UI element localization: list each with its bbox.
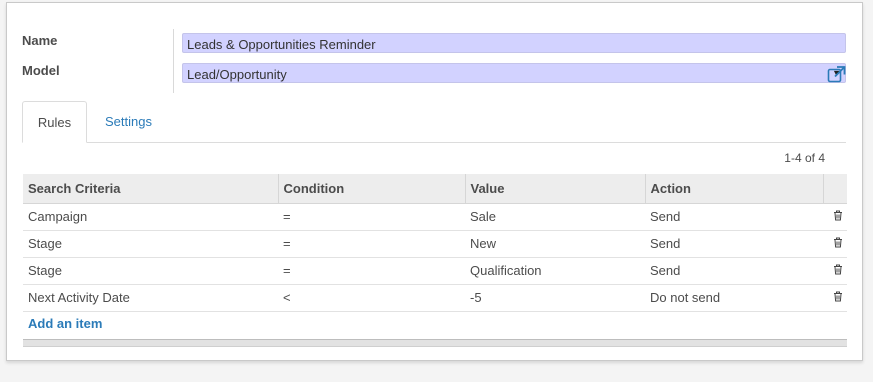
column-header-delete — [823, 174, 847, 204]
cell-condition: = — [278, 203, 465, 231]
cell-search-criteria: Campaign — [23, 203, 278, 231]
column-header-search-criteria[interactable]: Search Criteria — [23, 174, 279, 204]
cell-action: Do not send — [645, 284, 823, 312]
cell-search-criteria: Next Activity Date — [23, 284, 278, 312]
cell-action: Send — [645, 203, 823, 231]
cell-value: Qualification — [465, 257, 645, 285]
trash-icon[interactable] — [823, 203, 847, 231]
cell-condition: < — [278, 284, 465, 312]
external-link-icon[interactable] — [827, 65, 847, 83]
cell-search-criteria: Stage — [23, 257, 278, 285]
trash-icon[interactable] — [823, 284, 847, 312]
table-row[interactable]: Stage = Qualification Send — [23, 257, 847, 285]
cell-condition: = — [278, 230, 465, 258]
column-header-condition[interactable]: Condition — [278, 174, 466, 204]
cell-search-criteria: Stage — [23, 230, 278, 258]
table-row[interactable]: Next Activity Date < -5 Do not send — [23, 284, 847, 312]
table-footer-bar — [23, 339, 847, 347]
name-label: Name — [22, 33, 58, 48]
add-item-link[interactable]: Add an item — [28, 316, 102, 331]
model-select-value: Lead/Opportunity — [187, 67, 287, 82]
cell-condition: = — [278, 257, 465, 285]
trash-icon[interactable] — [823, 230, 847, 258]
cell-action: Send — [645, 230, 823, 258]
column-header-value[interactable]: Value — [465, 174, 646, 204]
label-divider — [173, 29, 174, 93]
model-label: Model — [22, 63, 60, 78]
pager-value[interactable]: 1-4 of 4 — [784, 151, 825, 165]
cell-value: -5 — [465, 284, 645, 312]
table-row[interactable]: Stage = New Send — [23, 230, 847, 258]
name-field[interactable]: Leads & Opportunities Reminder — [182, 33, 846, 53]
tab-settings[interactable]: Settings — [105, 101, 152, 142]
table-header-row: Search Criteria Condition Value Action — [23, 174, 847, 204]
cell-action: Send — [645, 257, 823, 285]
cell-value: New — [465, 230, 645, 258]
model-select[interactable]: Lead/Opportunity ▼ — [182, 63, 846, 83]
column-header-action[interactable]: Action — [645, 174, 824, 204]
cell-value: Sale — [465, 203, 645, 231]
tab-rules[interactable]: Rules — [22, 101, 87, 143]
trash-icon[interactable] — [823, 257, 847, 285]
table-row[interactable]: Campaign = Sale Send — [23, 203, 847, 231]
notebook-tabs: Rules Settings — [22, 101, 846, 143]
rules-table: Search Criteria Condition Value Action C… — [23, 174, 847, 312]
form-sheet: Name Model Leads & Opportunities Reminde… — [6, 2, 863, 361]
